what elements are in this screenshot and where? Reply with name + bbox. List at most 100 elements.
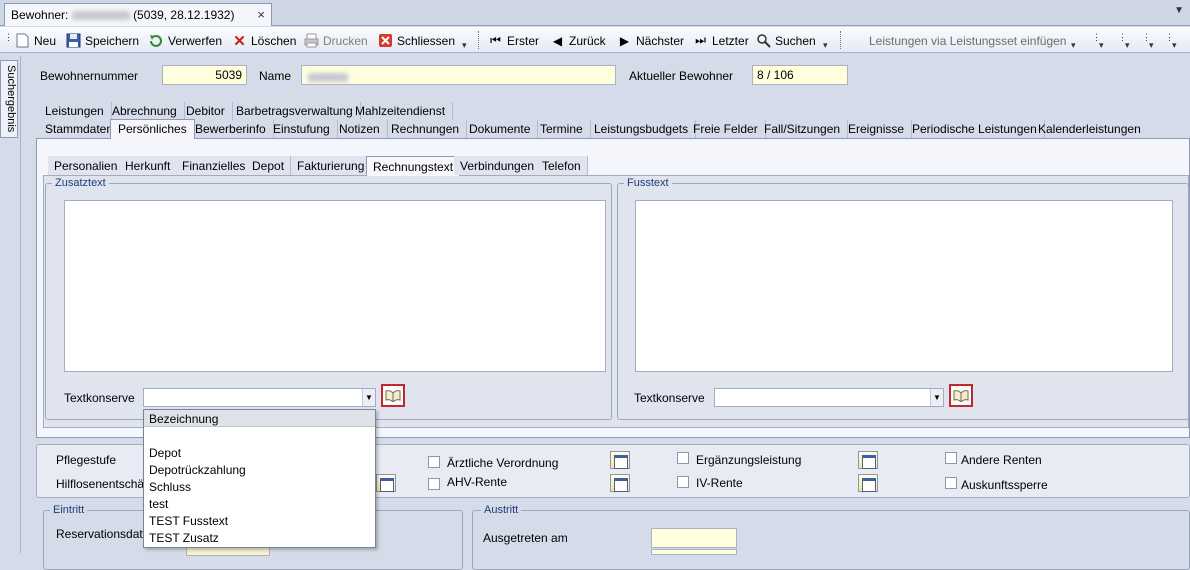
previous-record-button[interactable]: ◀ Zurück [550,32,606,49]
hilflosen-calendar-icon[interactable] [376,474,396,492]
tab-persoenliches[interactable]: Persönliches [110,119,195,139]
ahv-checkbox[interactable] [428,478,440,490]
tab-freie-felder[interactable]: Freie Felder [686,120,766,138]
tab-kalenderleistungen[interactable]: Kalenderleistungen [1031,120,1148,138]
dropdown-column-header: Bezeichnung [144,410,375,427]
close-tab-icon[interactable]: × [257,7,265,22]
tab-einstufung[interactable]: Einstufung [266,120,338,138]
subtab-personalien[interactable]: Personalien [48,156,125,175]
toolbar-overflow-icon-4[interactable]: ▾ [1099,40,1104,51]
tab-rechnungen[interactable]: Rechnungen [384,120,468,138]
tab-notizen[interactable]: Notizen [332,120,388,138]
iv-calendar-icon[interactable] [858,474,878,492]
save-label: Speichern [85,33,140,48]
tab-debitor[interactable]: Debitor [179,102,233,120]
resident-number-field[interactable] [162,65,247,85]
dropdown-option-test-zusatz[interactable]: TEST Zusatz [144,529,375,546]
delete-button[interactable]: ✕ Löschen [232,32,296,50]
name-label: Name [259,69,292,83]
austritt-second-field[interactable] [651,549,737,555]
tab-bewerberinfo[interactable]: Bewerberinfo [188,120,274,138]
subtab-telefon[interactable]: Telefon [536,156,588,175]
ergaenzung-checkbox[interactable] [677,452,689,464]
toolbar-overflow-icon-3[interactable]: ▾ [1071,40,1076,51]
tab-abrechnung[interactable]: Abrechnung [105,102,185,120]
book-icon [385,390,401,402]
aerztliche-calendar-icon[interactable] [610,451,630,469]
aerztliche-checkbox[interactable] [428,456,440,468]
current-resident-field[interactable] [752,65,848,85]
tab-leistungsbudgets[interactable]: Leistungsbudgets [587,120,697,138]
discard-button[interactable]: Verwerfen [149,32,222,49]
dropdown-option-depot[interactable]: Depot [144,444,375,461]
tab-termine[interactable]: Termine [533,120,591,138]
print-button[interactable]: Drucken [304,32,368,49]
toolbar-overflow-icon-2[interactable]: ▾ [823,40,828,51]
ergaenzung-calendar-icon[interactable] [858,451,878,469]
toolbar-overflow-icon-6[interactable]: ▾ [1149,40,1154,51]
last-record-icon: ⏭ [695,33,706,47]
tab-list-chevron-icon[interactable]: ▼ [1174,5,1184,16]
pflegestufe-label: Pflegestufe [56,453,117,467]
auskunftssperre-checkbox[interactable] [945,477,957,489]
zusatztext-textkonserve-combo[interactable]: ▼ [143,388,376,407]
tab-fall-sitzungen[interactable]: Fall/Sitzungen [757,120,849,138]
toolbar-overflow-icon-5[interactable]: ▾ [1125,40,1130,51]
current-resident-label: Aktueller Bewohner [629,69,734,83]
tab-ereignisse[interactable]: Ereignisse [841,120,913,138]
subtab-finanzielles[interactable]: Finanzielles [176,156,253,175]
ausgetreten-field[interactable] [651,528,737,548]
andere-renten-checkbox[interactable] [945,452,957,464]
toolbar-overflow-icon-7[interactable]: ▾ [1172,40,1177,51]
close-button[interactable]: Schliessen [378,32,455,49]
fusstext-legend: Fusstext [624,177,672,189]
search-label: Suchen [775,33,816,48]
dropdown-option-depotrueckzahlung[interactable]: Depotrückzahlung [144,461,375,478]
subtab-verbindungen[interactable]: Verbindungen [454,156,542,175]
last-record-button[interactable]: ⏭ Letzter [693,32,749,49]
close-red-icon [378,33,393,48]
iv-label: IV-Rente [696,476,743,490]
zusatztext-legend: Zusatztext [52,177,109,189]
zusatztext-insert-text-button[interactable] [381,384,405,407]
tab-leistungen[interactable]: Leistungen [38,102,112,120]
fusstext-textarea[interactable] [635,200,1173,372]
subtab-rechnungstext[interactable]: Rechnungstext [366,156,461,176]
tab-stammdaten[interactable]: Stammdaten [38,120,122,138]
save-button[interactable]: Speichern [66,32,139,49]
tab-periodische-leistungen[interactable]: Periodische Leistungen [905,120,1045,138]
fusstext-textkonserve-label: Textkonserve [634,391,705,405]
ergaenzung-label: Ergänzungsleistung [696,453,802,467]
name-field[interactable] [301,65,616,85]
fusstext-textkonserve-combo[interactable]: ▼ [714,388,944,407]
first-record-button[interactable]: ⏮ Erster [488,32,539,49]
subtab-herkunft[interactable]: Herkunft [119,156,178,175]
new-button[interactable]: Neu [15,32,56,49]
iv-checkbox[interactable] [677,476,689,488]
tab-title-suffix: (5039, 28.12.1932) [133,8,235,22]
combo-chevron-down-icon[interactable]: ▼ [362,389,375,406]
search-results-side-tab[interactable]: Suchergebnis [0,60,18,138]
search-button[interactable]: Suchen [756,32,816,49]
next-record-button[interactable]: ▶ Nächster [617,32,684,49]
andere-renten-label: Andere Renten [961,453,1042,467]
fusstext-insert-text-button[interactable] [949,384,973,407]
insert-service-set-button[interactable]: Leistungen via Leistungsset einfügen [869,32,1066,49]
dropdown-option-schluss[interactable]: Schluss [144,478,375,495]
tab-dokumente[interactable]: Dokumente [462,120,539,138]
ausgetreten-label: Ausgetreten am [483,531,568,545]
insert-service-set-label: Leistungen via Leistungsset einfügen [869,33,1067,48]
subtab-depot[interactable]: Depot [246,156,292,175]
combo-chevron-down-icon[interactable]: ▼ [930,389,943,406]
ahv-calendar-icon[interactable] [610,474,630,492]
dropdown-option-test-fusstext[interactable]: TEST Fusstext [144,512,375,529]
dropdown-option-test[interactable]: test [144,495,375,512]
document-tab[interactable]: Bewohner: (5039, 28.12.1932) × [4,3,272,26]
tab-barbetragsverwaltung[interactable]: Barbetragsverwaltung [229,102,361,120]
dropdown-option-empty[interactable] [144,427,375,444]
toolbar-overflow-icon[interactable]: ▾ [462,40,467,51]
previous-arrow-icon: ◀ [552,33,563,48]
tab-mahlzeitendienst[interactable]: Mahlzeitendienst [348,102,454,120]
zusatztext-textarea[interactable] [64,200,606,372]
subtab-fakturierung[interactable]: Fakturierung [291,156,372,175]
